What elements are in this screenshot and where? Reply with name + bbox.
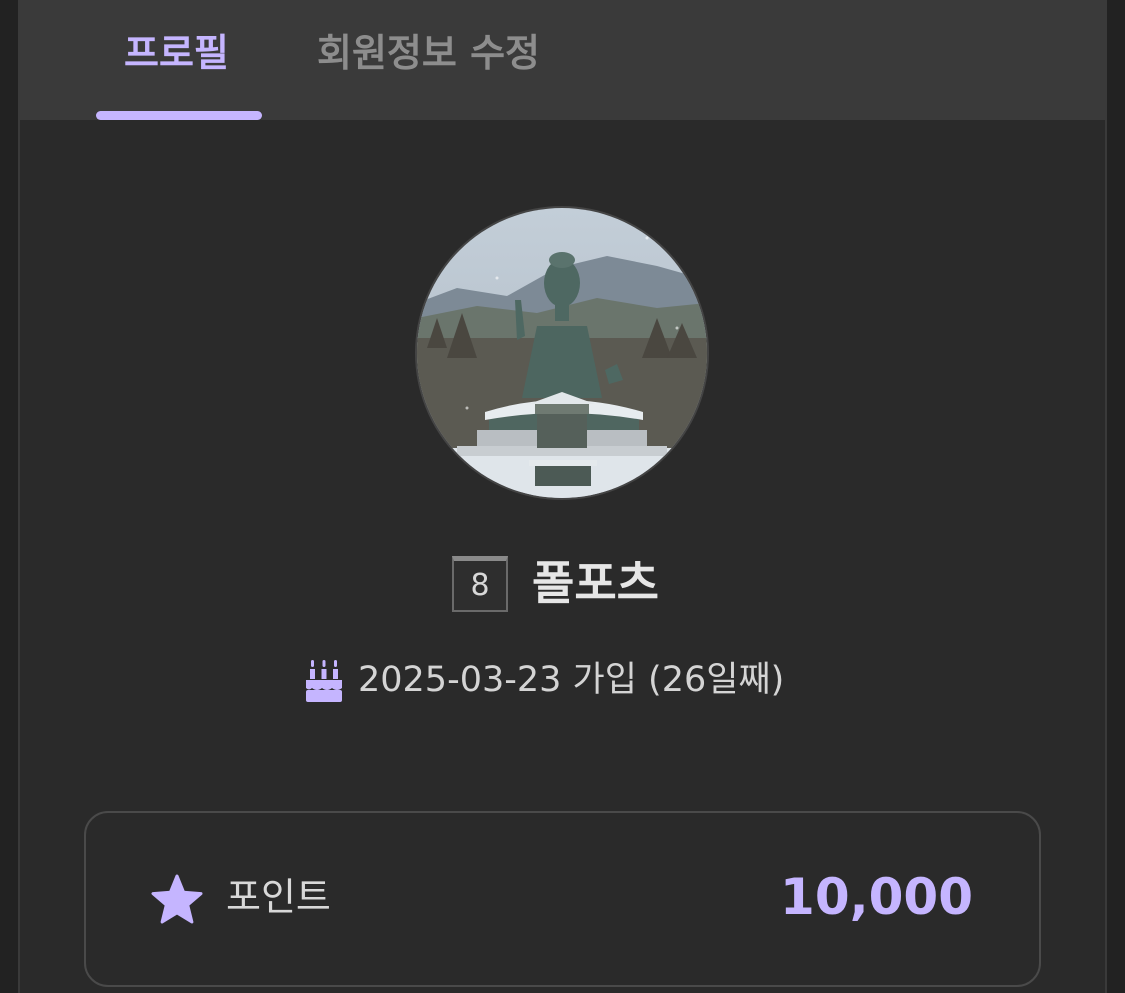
- star-icon: [151, 874, 203, 924]
- tab-profile[interactable]: 프로필: [124, 22, 229, 77]
- join-date-row: 2025-03-23 가입 (26일째): [0, 652, 1125, 708]
- name-row: 8 폴포츠: [0, 550, 1125, 620]
- active-tab-indicator: [96, 111, 262, 120]
- points-card[interactable]: 포인트 10,000: [84, 811, 1041, 987]
- tab-edit-member-info[interactable]: 회원정보 수정: [317, 22, 540, 77]
- points-label: 포인트: [226, 875, 331, 919]
- nickname: 폴포츠: [532, 556, 659, 610]
- right-edge: [1105, 0, 1125, 993]
- profile-screen: 프로필 회원정보 수정 8 폴포츠 2025-03-23 가입 (26일째) 포…: [0, 0, 1125, 993]
- avatar[interactable]: [415, 206, 709, 500]
- level-badge: 8: [452, 556, 508, 612]
- cake-icon: [306, 660, 342, 702]
- left-edge: [0, 0, 20, 993]
- join-date-text: 2025-03-23 가입 (26일째): [358, 660, 785, 700]
- avatar-image: [417, 208, 707, 498]
- points-value: 10,000: [780, 868, 973, 926]
- tab-bar: 프로필 회원정보 수정: [20, 0, 1105, 120]
